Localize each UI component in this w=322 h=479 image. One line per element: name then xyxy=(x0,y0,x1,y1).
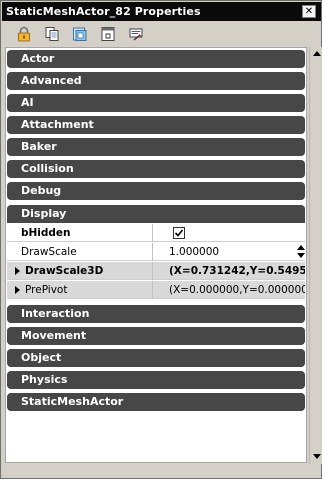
category-attachment[interactable]: Attachment xyxy=(7,116,305,134)
prop-row-drawscale3d[interactable]: DrawScale3D (X=0.731242,Y=0.549521,Z=1.0… xyxy=(7,262,305,280)
category-actor[interactable]: Actor xyxy=(7,50,305,68)
copy-icon xyxy=(45,27,59,41)
prop-value[interactable]: (X=0.000000,Y=0.000000,Z=0.000000) xyxy=(155,281,305,299)
category-interaction[interactable]: Interaction xyxy=(7,305,305,323)
category-staticmeshactor[interactable]: StaticMeshActor xyxy=(7,393,305,411)
find-button[interactable] xyxy=(70,24,90,44)
category-baker[interactable]: Baker xyxy=(7,138,305,156)
prop-row-prepivot[interactable]: PrePivot (X=0.000000,Y=0.000000,Z=0.0000… xyxy=(7,281,305,299)
prop-name: bHidden xyxy=(7,224,153,242)
arrow-down-icon xyxy=(313,454,321,459)
toolbar xyxy=(2,22,321,46)
arrow-up-icon xyxy=(313,51,321,56)
prop-name: DrawScale xyxy=(7,243,153,261)
scroll-up-button[interactable] xyxy=(310,47,322,61)
lock-button[interactable] xyxy=(14,24,34,44)
close-button[interactable]: ✕ xyxy=(302,5,316,18)
prop-name: PrePivot xyxy=(7,281,153,299)
spin-down-icon[interactable] xyxy=(297,253,305,258)
paste-icon xyxy=(101,27,115,41)
prop-value[interactable]: (X=0.731242,Y=0.549521,Z=1.000000) xyxy=(155,262,305,280)
category-collision[interactable]: Collision xyxy=(7,160,305,178)
scroll-track[interactable] xyxy=(310,61,322,450)
prop-row-bhidden[interactable]: bHidden xyxy=(7,224,305,242)
category-physics[interactable]: Physics xyxy=(7,371,305,389)
prop-value-field[interactable]: 1.000000 xyxy=(155,243,305,261)
category-debug[interactable]: Debug xyxy=(7,182,305,200)
prop-name: DrawScale3D xyxy=(7,262,153,280)
category-movement[interactable]: Movement xyxy=(7,327,305,345)
scroll-down-button[interactable] xyxy=(310,450,322,464)
category-display[interactable]: Display xyxy=(7,205,305,223)
vertical-scrollbar[interactable] xyxy=(309,47,322,464)
paste-button[interactable] xyxy=(98,24,118,44)
value-spinner[interactable] xyxy=(296,243,305,261)
category-ai[interactable]: AI xyxy=(7,94,305,112)
display-properties: bHidden DrawScale 1.000000 DrawScale3D (… xyxy=(7,224,305,304)
script-button[interactable] xyxy=(126,24,146,44)
lock-icon xyxy=(18,26,30,42)
window-title: StaticMeshActor_82 Properties xyxy=(6,5,201,18)
copy-button[interactable] xyxy=(42,24,62,44)
properties-window: StaticMeshActor_82 Properties ✕ Actor Ad… xyxy=(0,0,322,479)
title-bar[interactable]: StaticMeshActor_82 Properties ✕ xyxy=(2,2,321,21)
prop-row-drawscale[interactable]: DrawScale 1.000000 xyxy=(7,243,305,261)
checkmark-icon xyxy=(174,229,184,237)
category-object[interactable]: Object xyxy=(7,349,305,367)
spin-up-icon[interactable] xyxy=(297,245,305,250)
category-advanced[interactable]: Advanced xyxy=(7,72,305,90)
script-icon xyxy=(129,28,143,41)
find-icon xyxy=(73,27,87,41)
property-list[interactable]: Actor Advanced AI Attachment Baker Colli… xyxy=(5,47,307,463)
bhidden-checkbox[interactable] xyxy=(173,227,185,239)
